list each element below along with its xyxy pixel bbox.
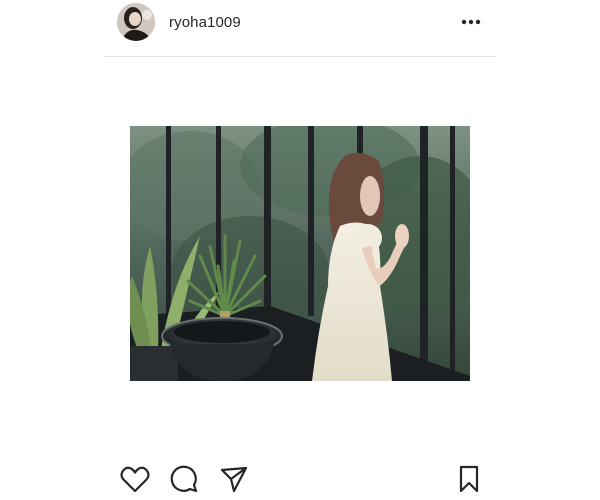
heart-icon[interactable] [118,462,152,496]
photo-image [130,126,470,381]
comment-icon[interactable] [167,462,201,496]
action-bar [0,462,600,498]
paper-plane-icon[interactable] [217,462,251,496]
post-photo[interactable] [130,126,470,381]
post-header: ryoha1009 [103,0,497,57]
avatar[interactable] [117,3,155,41]
username[interactable]: ryoha1009 [169,14,241,31]
more-options-icon[interactable] [459,12,483,32]
bookmark-icon[interactable] [452,462,486,496]
avatar-image [117,3,155,41]
